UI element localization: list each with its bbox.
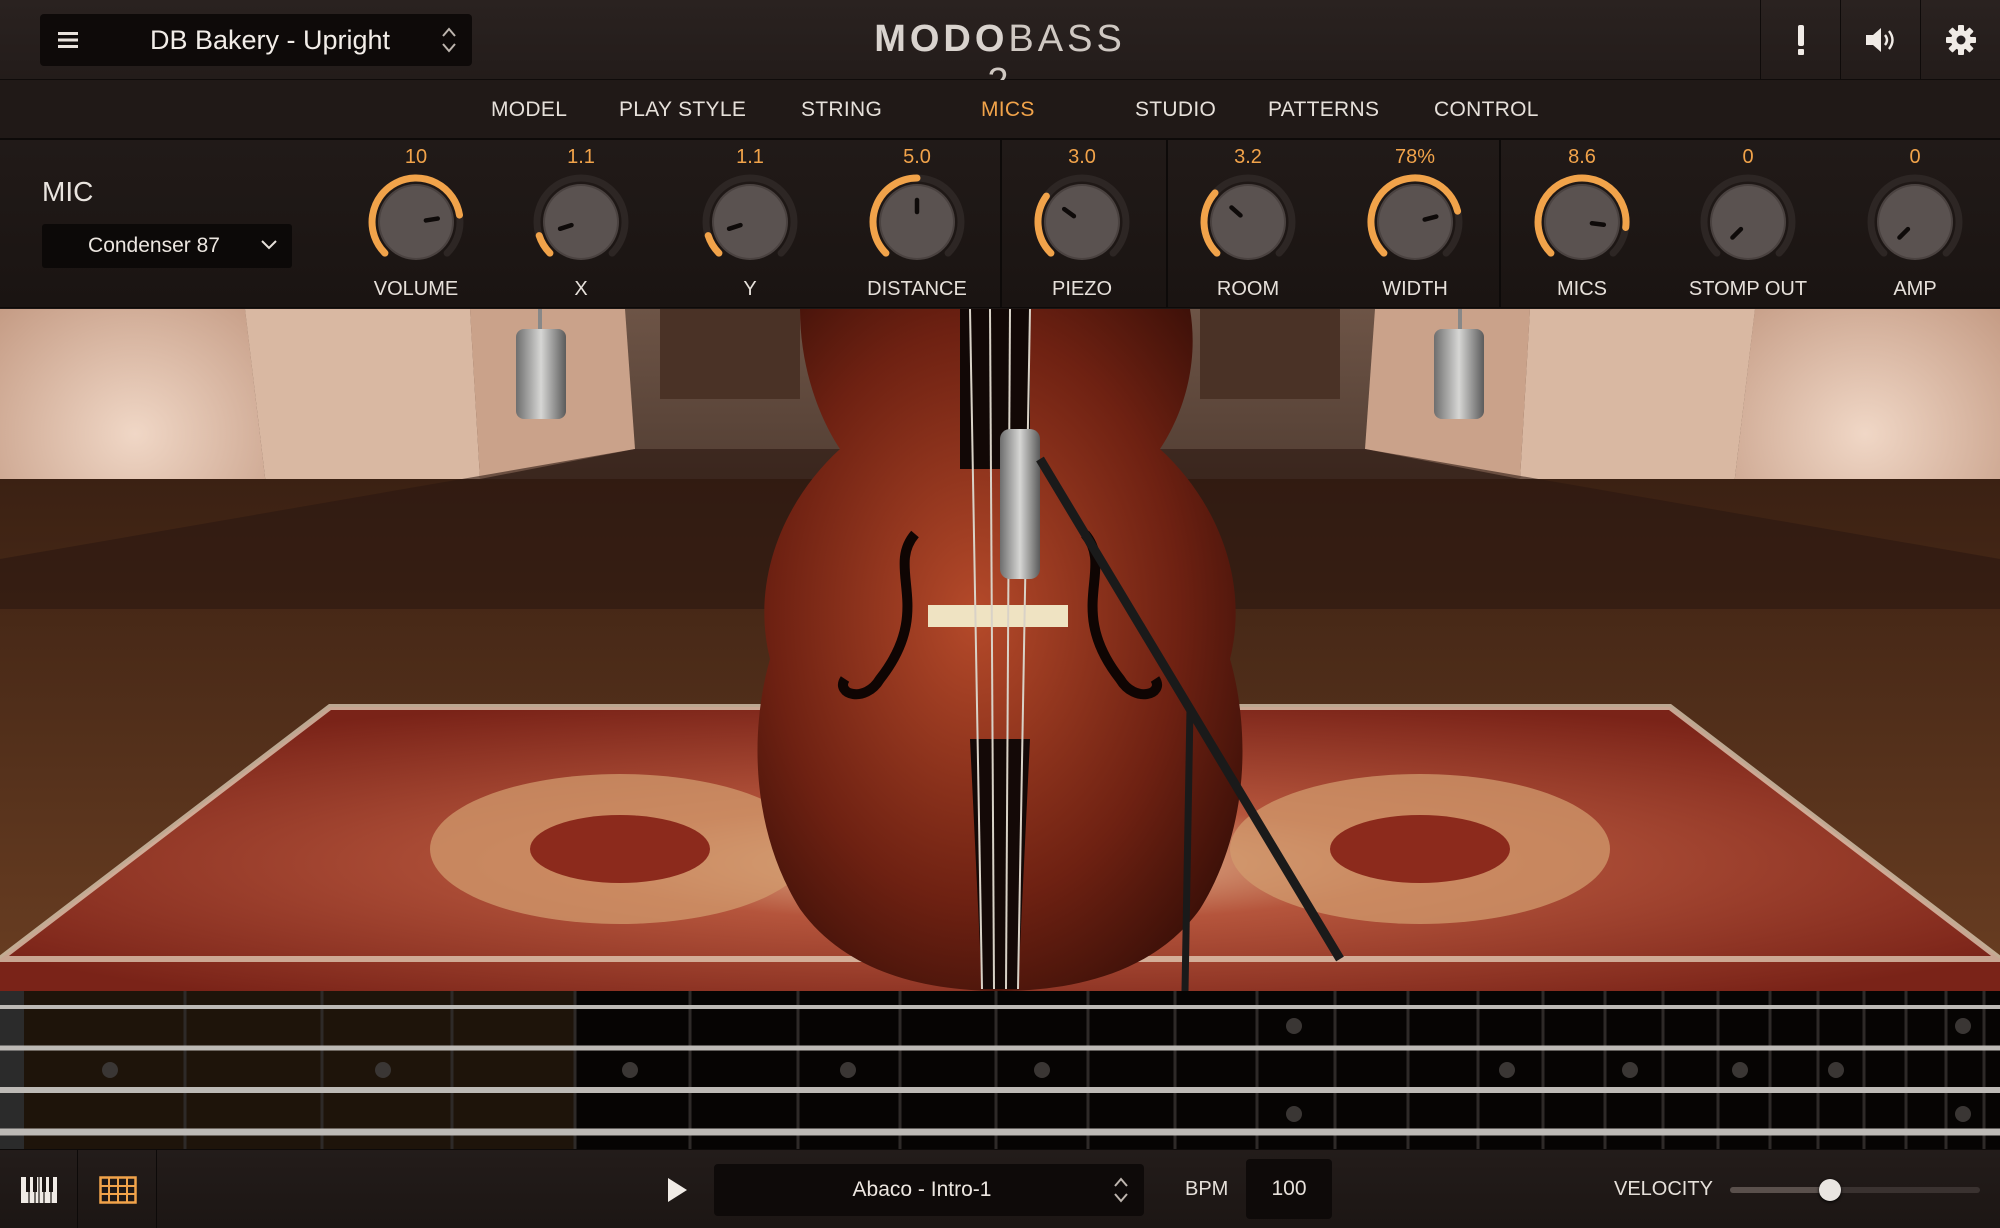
knob-face [1379,186,1451,258]
knob-pointer [1589,221,1607,228]
logo-bold: MODO [874,18,1009,60]
knob-amp[interactable]: 0 AMP [1840,140,1990,308]
knob-label: VOLUME [373,278,459,300]
fretboard-graphic [0,991,2000,1149]
rotary-knob-icon [1200,174,1296,260]
updown-arrows-icon[interactable] [1112,1175,1130,1210]
knob-value: 8.6 [1568,146,1596,168]
play-icon[interactable] [660,1174,694,1206]
knob-y[interactable]: 1.1 Y [675,140,825,308]
knob-value: 0 [1909,146,1921,168]
bpm-label: BPM [1185,1178,1229,1200]
bpm-field[interactable]: 100 [1246,1159,1332,1219]
tab-mics[interactable]: MICS [981,98,1035,122]
knob-value: 10 [404,146,428,168]
updown-arrows-icon[interactable] [440,24,458,56]
knob-face [1712,186,1784,258]
tab-string[interactable]: STRING [801,98,882,122]
divider [1499,140,1501,308]
knob-label: PIEZO [1051,278,1112,300]
knob-volume[interactable]: 10 VOLUME [341,140,491,308]
menu-icon[interactable] [40,14,96,66]
upright-bass-scene [0,309,2000,991]
keyboard-icon[interactable] [0,1150,78,1228]
knob-face [1879,186,1951,258]
velocity-slider[interactable] [1730,1179,1980,1201]
pattern-name: Abaco - Intro-1 [852,1178,992,1201]
velocity-label: VELOCITY [1614,1178,1713,1200]
knob-room[interactable]: 3.2 ROOM [1173,140,1323,308]
speaker-icon[interactable] [1840,0,1920,80]
tab-play-style[interactable]: PLAY STYLE [619,98,746,122]
knob-label: ROOM [1216,278,1280,300]
bottom-bar: Abaco - Intro-1 BPM 100 VELOCITY [0,1149,2000,1228]
mics-control-panel: MIC Condenser 87 10 VOLUME 1.1 X 1.1 Y 5… [0,140,2000,308]
main-tabs: MODEL PLAY STYLE STRING MICS STUDIO PATT… [0,80,2000,140]
knob-face [1546,186,1618,258]
knob-value: 3.0 [1068,146,1096,168]
top-bar: DB Bakery - Upright MODOBASS 2 [0,0,2000,103]
rotary-knob-icon [702,174,798,260]
knob-label: AMP [1893,278,1937,300]
fretboard-view[interactable] [0,991,2000,1149]
knob-label: STOMP OUT [1688,278,1808,300]
knob-value: 3.2 [1234,146,1262,168]
velocity-fill [1730,1187,1830,1193]
knob-value: 1.1 [736,146,764,168]
knob-label: DISTANCE [867,278,967,300]
mic-section-label: MIC [42,176,94,207]
knob-pointer [1422,214,1439,222]
alert-icon[interactable] [1760,0,1840,80]
knob-face [881,186,953,258]
knob-width[interactable]: 78% WIDTH [1340,140,1490,308]
preset-selector[interactable]: DB Bakery - Upright [40,14,472,66]
tab-patterns[interactable]: PATTERNS [1268,98,1379,122]
rotary-knob-icon [1034,174,1130,260]
knob-value: 78% [1394,146,1436,168]
knob-pointer [423,216,440,223]
rotary-knob-icon [368,174,464,260]
mic-type-value: Condenser 87 [88,234,220,257]
rotary-knob-icon [1367,174,1463,260]
knob-face [1212,186,1284,258]
knob-piezo[interactable]: 3.0 PIEZO [1007,140,1157,308]
knob-stomp-out[interactable]: 0 STOMP OUT [1673,140,1823,308]
knob-value: 1.1 [567,146,595,168]
knob-value: 0 [1742,146,1754,168]
rotary-knob-icon [533,174,629,260]
rotary-knob-icon [1534,174,1630,260]
divider [1166,140,1168,308]
preset-name: DB Bakery - Upright [149,24,391,55]
knob-label: WIDTH [1382,278,1448,300]
studio-stage-view[interactable] [0,309,2000,991]
fretboard-grid-icon[interactable] [79,1150,157,1228]
rotary-knob-icon [869,174,965,260]
tab-control[interactable]: CONTROL [1434,98,1539,122]
knob-face [545,186,617,258]
gear-icon[interactable] [1920,0,2000,80]
divider [1000,140,1002,308]
mic-type-dropdown[interactable]: Condenser 87 [42,224,292,268]
knob-face [714,186,786,258]
knob-value: 5.0 [903,146,931,168]
knob-label: MICS [1557,278,1607,300]
velocity-slider-thumb[interactable] [1819,1179,1841,1201]
knob-mics[interactable]: 8.6 MICS [1507,140,1657,308]
tab-model[interactable]: MODEL [491,98,567,122]
chevron-down-icon [260,237,278,258]
knob-distance[interactable]: 5.0 DISTANCE [842,140,992,308]
rotary-knob-icon [1700,174,1796,260]
tab-studio[interactable]: STUDIO [1135,98,1216,122]
knob-label: X [574,278,588,300]
pattern-selector[interactable]: Abaco - Intro-1 [714,1164,1144,1216]
rotary-knob-icon [1867,174,1963,260]
knob-x[interactable]: 1.1 X [506,140,656,308]
knob-label: Y [743,278,757,300]
knob-face [1046,186,1118,258]
knob-face [380,186,452,258]
